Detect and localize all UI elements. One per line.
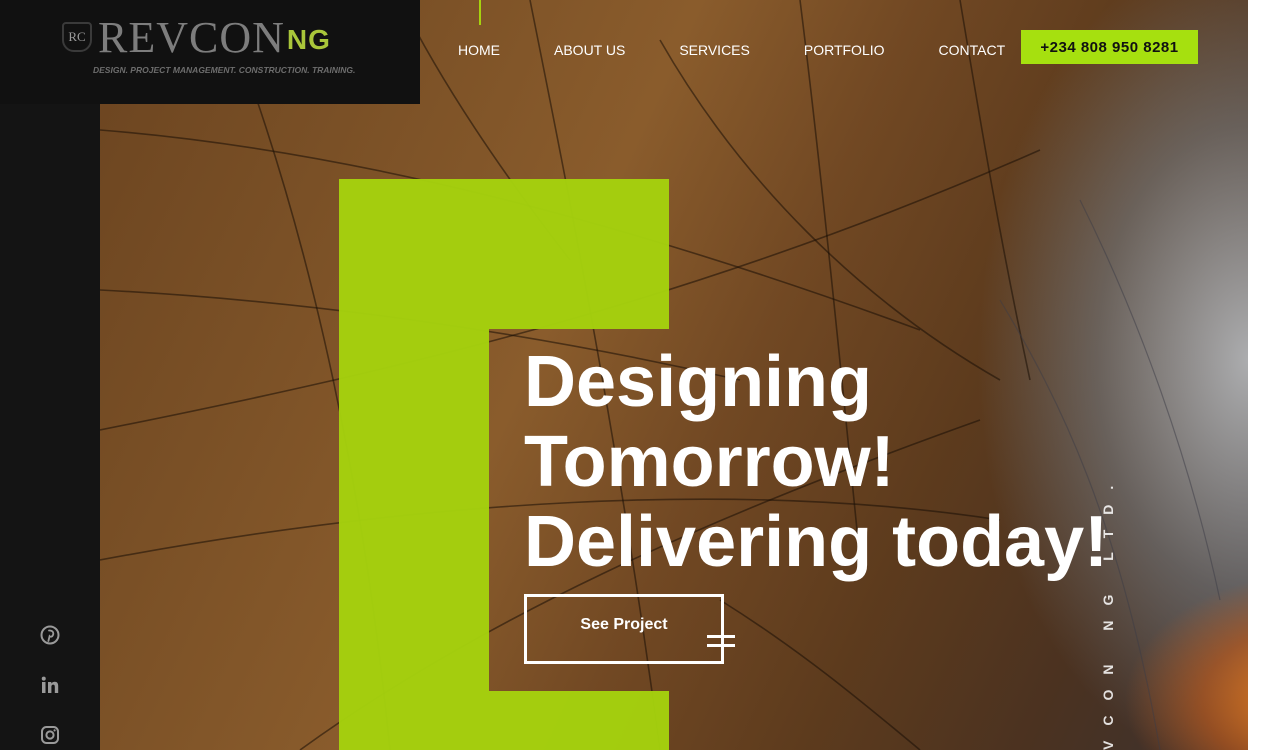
logo-suffix: NG xyxy=(286,24,331,56)
see-project-button[interactable]: See Project xyxy=(524,594,735,664)
linkedin-icon[interactable] xyxy=(38,673,62,697)
hero-headline: Designing Tomorrow! Delivering today! xyxy=(524,342,1108,582)
vertical-brand-text: VCON NG LTD. xyxy=(1100,470,1116,750)
right-margin xyxy=(1248,0,1280,750)
logo-tagline: DESIGN. PROJECT MANAGEMENT. CONSTRUCTION… xyxy=(93,65,356,75)
instagram-icon[interactable] xyxy=(38,723,62,747)
see-project-label: See Project xyxy=(580,616,668,633)
nav-home[interactable]: HOME xyxy=(458,42,500,58)
page: RC REVCONNG DESIGN. PROJECT MANAGEMENT. … xyxy=(0,0,1280,750)
nav-active-indicator xyxy=(479,0,481,25)
logo-badge: RC xyxy=(62,22,92,52)
logo-wordmark: REVCONNG xyxy=(98,12,331,63)
logo-name: REVCON xyxy=(98,13,285,62)
nav-portfolio[interactable]: PORTFOLIO xyxy=(804,42,885,58)
pinterest-icon[interactable] xyxy=(38,623,62,647)
main-nav: HOME ABOUT US SERVICES PORTFOLIO CONTACT xyxy=(458,42,1005,58)
nav-contact[interactable]: CONTACT xyxy=(939,42,1006,58)
nav-about-us[interactable]: ABOUT US xyxy=(554,42,625,58)
headline-line-3: Delivering today! xyxy=(524,502,1109,582)
phone-button[interactable]: +234 808 950 8281 xyxy=(1021,30,1198,64)
headline-line-2: Tomorrow! xyxy=(524,422,895,502)
button-decoration-icon xyxy=(707,635,735,651)
site-logo[interactable]: RC REVCONNG DESIGN. PROJECT MANAGEMENT. … xyxy=(0,0,420,104)
headline-line-1: Designing xyxy=(524,342,873,422)
nav-services[interactable]: SERVICES xyxy=(679,42,750,58)
